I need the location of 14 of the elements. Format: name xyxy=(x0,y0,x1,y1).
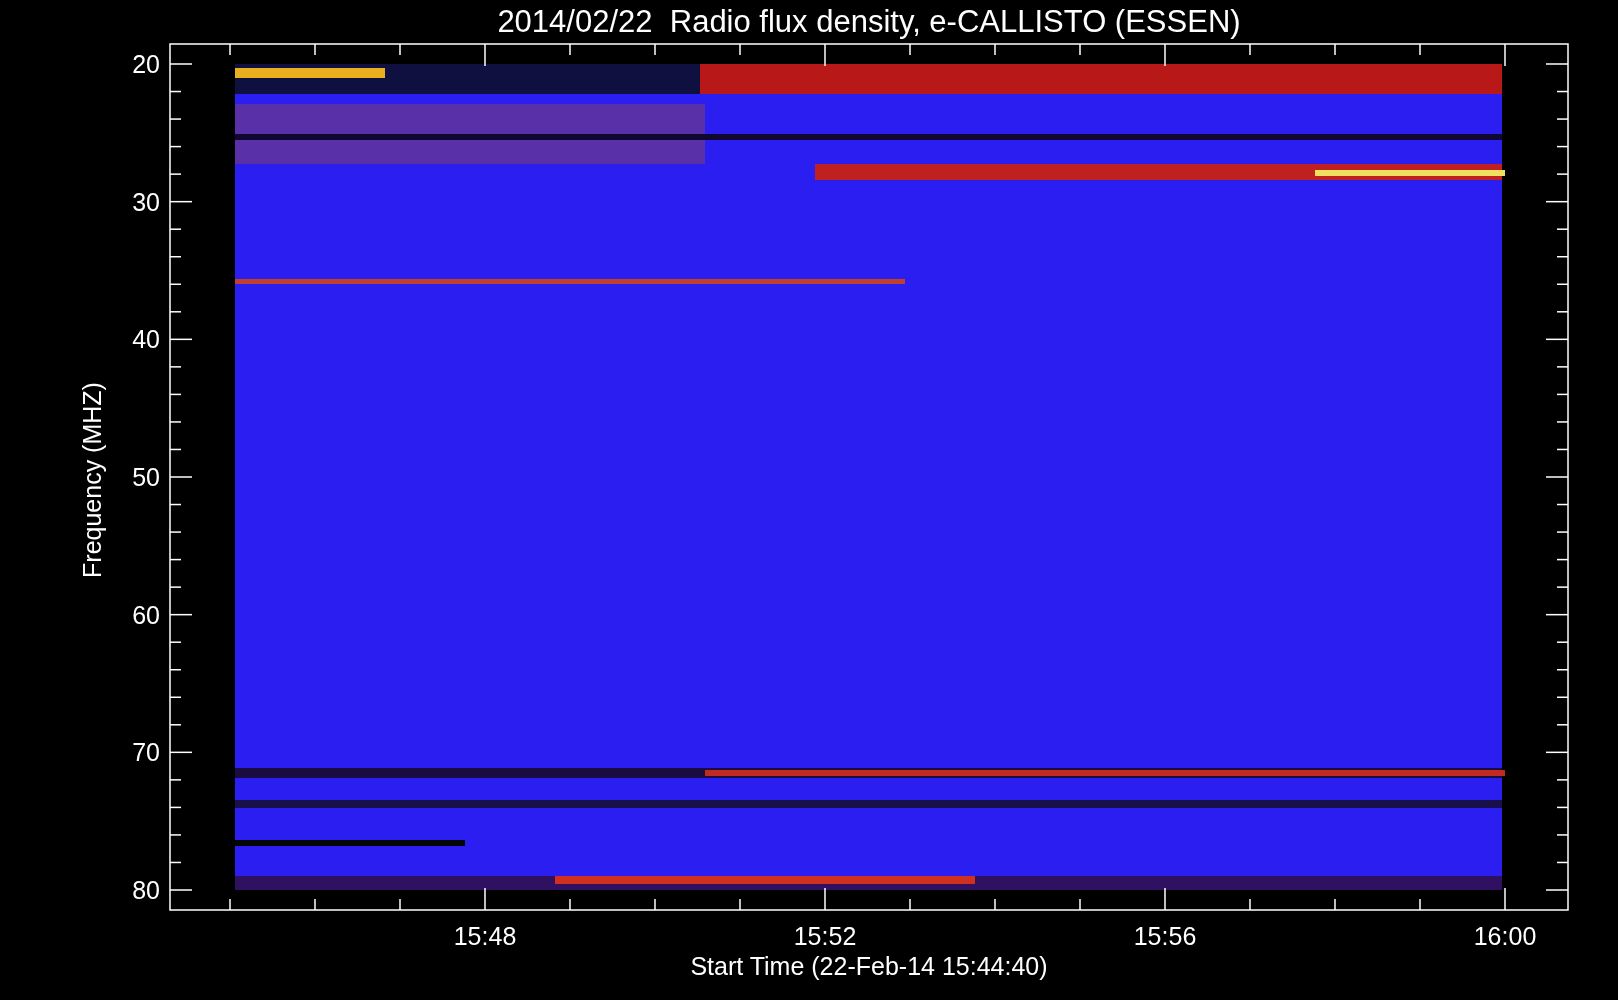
y-tick-label: 80 xyxy=(132,876,160,904)
x-tick-label: 15:52 xyxy=(793,922,857,950)
y-tick-label: 20 xyxy=(132,50,160,78)
chart-title: 2014/02/22 Radio flux density, e-CALLISTO (ESSEN) xyxy=(497,4,1241,39)
x-tick-label: 16:00 xyxy=(1473,922,1537,950)
y-tick-label: 60 xyxy=(132,600,160,629)
y-axis-label: Frequency (MHZ) xyxy=(78,382,106,578)
x-tick-label: 15:56 xyxy=(1133,922,1197,950)
y-tick-label: 50 xyxy=(132,463,160,491)
x-tick-label: 15:48 xyxy=(453,922,517,950)
x-axis-label: Start Time (22-Feb-14 15:44:40) xyxy=(690,952,1048,980)
y-tick-label: 30 xyxy=(132,187,160,216)
y-tick-label: 40 xyxy=(132,325,160,354)
y-tick-label: 70 xyxy=(132,738,160,767)
